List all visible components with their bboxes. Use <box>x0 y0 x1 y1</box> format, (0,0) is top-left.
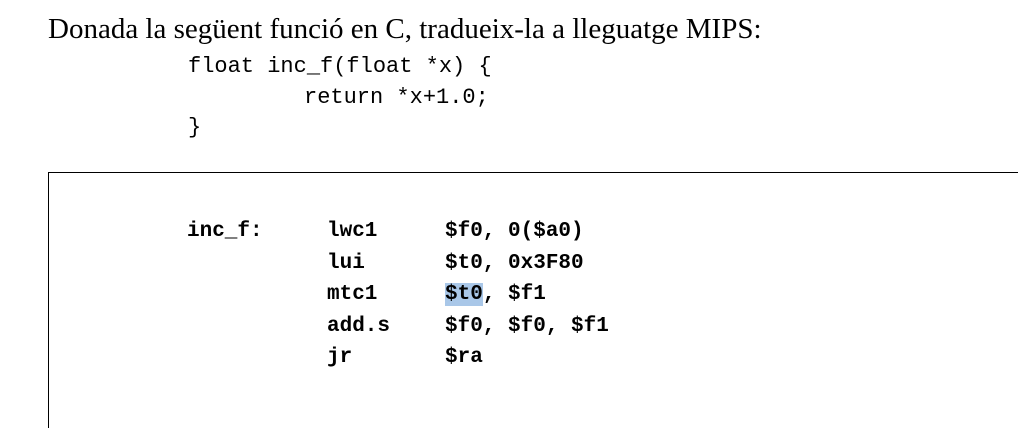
asm-line: inc_f: lwc1 $f0, 0($a0) <box>187 216 609 248</box>
asm-line: mtc1 $t0, $f1 <box>187 279 609 311</box>
asm-label: inc_f: <box>187 220 263 243</box>
asm-opcode: jr <box>327 346 353 369</box>
asm-label <box>187 248 327 280</box>
asm-opcode: add.s <box>327 314 391 338</box>
selected-text-highlight[interactable]: $t0 <box>445 283 483 306</box>
asm-label <box>187 342 327 374</box>
asm-label <box>187 311 327 343</box>
document-page: Donada la següent funció en C, tradueix-… <box>0 0 1018 428</box>
asm-operands: $ra <box>445 346 483 369</box>
asm-operands: $t0, 0x3F80 <box>445 251 584 275</box>
asm-operands: $t0, $f1 <box>445 279 546 311</box>
asm-line: add.s $f0, $f0, $f1 <box>187 311 609 343</box>
asm-opcode: mtc1 <box>327 283 378 306</box>
asm-operands-rest: , $f1 <box>482 283 546 306</box>
c-function-code: float inc_f(float *x) { return *x+1.0;} <box>188 52 492 144</box>
mips-assembly-code: inc_f: lwc1 $f0, 0($a0) lui $t0, 0x3F80 … <box>187 216 609 374</box>
exercise-prompt: Donada la següent funció en C, tradueix-… <box>48 13 762 45</box>
asm-label <box>187 279 327 311</box>
asm-line: lui $t0, 0x3F80 <box>187 248 609 280</box>
asm-line: jr $ra <box>187 342 609 374</box>
asm-opcode: lui <box>327 251 365 275</box>
asm-operands: $f0, 0($a0) <box>445 220 584 243</box>
c-code-line: float inc_f(float *x) { <box>188 54 492 79</box>
c-code-line: return *x+1.0; <box>304 84 489 110</box>
c-code-line: } <box>188 115 202 140</box>
asm-operands: $f0, $f0, $f1 <box>445 314 609 338</box>
asm-opcode: lwc1 <box>327 220 378 243</box>
